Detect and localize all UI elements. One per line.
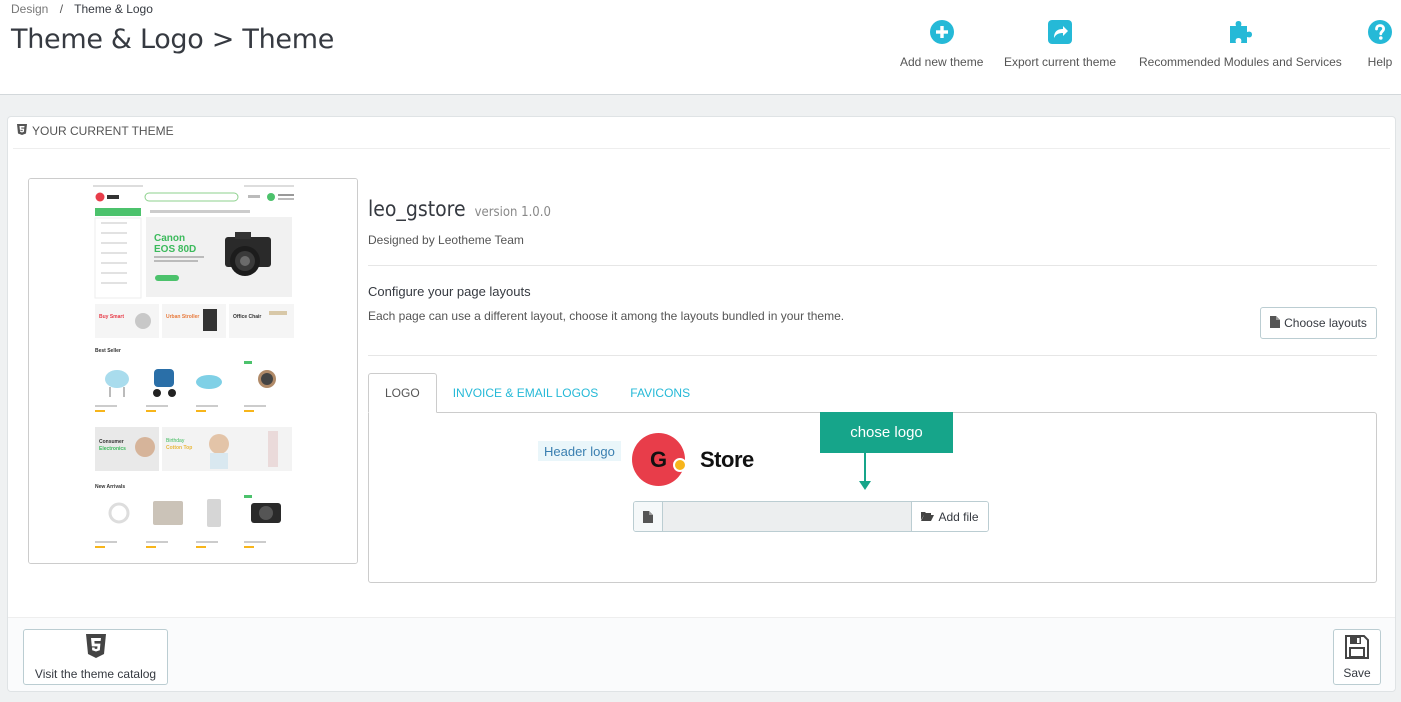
logo-dot <box>673 458 687 472</box>
preview-promo1-line1: Consumer <box>99 439 124 445</box>
tab-invoice-email-logos[interactable]: INVOICE & EMAIL LOGOS <box>437 373 615 413</box>
logo-letter: G <box>649 446 668 472</box>
chose-logo-callout: chose logo <box>820 412 953 453</box>
recommended-modules-label: Recommended Modules and Services <box>1139 55 1342 69</box>
visit-theme-catalog-button[interactable]: Visit the theme catalog <box>23 629 168 685</box>
page-header: Design / Theme & Logo Theme & Logo > The… <box>0 0 1401 95</box>
export-theme-label: Export current theme <box>1004 55 1117 69</box>
theme-name-text: leo_gstore <box>368 197 466 221</box>
theme-designer: Designed by Leotheme Team <box>368 233 524 247</box>
panel-heading-text: YOUR CURRENT THEME <box>32 124 174 138</box>
divider <box>368 265 1377 266</box>
divider <box>368 355 1377 356</box>
html5-icon <box>85 633 106 661</box>
logo-word: Store <box>700 446 754 472</box>
page-title: Theme & Logo > Theme <box>11 24 335 55</box>
preview-banner1: Buy Smart <box>99 314 124 320</box>
question-circle-icon <box>1366 18 1394 46</box>
preview-promo2-line2: Cotton Top <box>166 445 192 451</box>
panel-heading: YOUR CURRENT THEME <box>17 124 174 138</box>
store-logo: G Store <box>632 433 754 486</box>
theme-preview-image: Canon EOS 80D Buy Smart Urban Stroller O… <box>28 178 358 564</box>
panel-footer: Visit the theme catalog Save <box>8 617 1395 691</box>
save-button[interactable]: Save <box>1333 629 1381 685</box>
logo-file-field[interactable] <box>663 502 911 531</box>
breadcrumb: Design / Theme & Logo <box>11 2 153 16</box>
choose-layouts-label: Choose layouts <box>1284 316 1367 330</box>
floppy-disk-icon <box>1345 634 1369 662</box>
export-theme-button[interactable]: Export current theme <box>1004 18 1116 74</box>
help-button[interactable]: Help <box>1366 18 1394 74</box>
add-new-theme-button[interactable]: Add new theme <box>900 18 983 74</box>
arrow-down-icon <box>859 481 871 490</box>
puzzle-icon <box>1226 18 1254 46</box>
choose-layouts-button[interactable]: Choose layouts <box>1260 307 1377 339</box>
visit-theme-catalog-label: Visit the theme catalog <box>34 666 157 681</box>
add-new-theme-label: Add new theme <box>900 55 984 69</box>
callout-arrow <box>864 453 866 483</box>
preview-banner2: Urban Stroller <box>166 314 199 320</box>
tab-logo[interactable]: LOGO <box>368 373 437 413</box>
logo-tabs: LOGO INVOICE & EMAIL LOGOS FAVICONS <box>368 373 706 413</box>
header-logo-label: Header logo <box>538 441 621 461</box>
file-icon <box>634 502 663 531</box>
preview-section1: Best Seller <box>95 348 121 354</box>
breadcrumb-separator: / <box>59 2 64 16</box>
recommended-modules-button[interactable]: Recommended Modules and Services <box>1139 18 1342 74</box>
preview-section2: New Arrivals <box>95 484 125 490</box>
breadcrumb-design[interactable]: Design <box>11 2 48 16</box>
divider <box>13 148 1390 149</box>
preview-hero-line2: EOS 80D <box>154 244 196 255</box>
logo-mark: G <box>632 433 687 486</box>
preview-promo2-line1: Birthday <box>166 438 185 444</box>
tab-favicons[interactable]: FAVICONS <box>614 373 706 413</box>
theme-screenshot: Canon EOS 80D Buy Smart Urban Stroller O… <box>29 179 357 563</box>
breadcrumb-current: Theme & Logo <box>74 2 153 16</box>
theme-name: leo_gstore version 1.0.0 <box>368 197 551 221</box>
preview-promo1-line2: Electronics <box>99 446 126 452</box>
folder-open-icon <box>921 510 935 524</box>
plus-circle-icon <box>928 18 956 46</box>
file-icon <box>1270 315 1281 331</box>
share-icon <box>1046 18 1074 46</box>
layouts-description: Each page can use a different layout, ch… <box>368 309 845 323</box>
save-label: Save <box>1343 665 1371 680</box>
add-file-button[interactable]: Add file <box>911 502 988 531</box>
theme-version: version 1.0.0 <box>474 205 551 220</box>
add-file-label: Add file <box>938 509 979 524</box>
current-theme-panel: YOUR CURRENT THEME Canon EOS 80D Buy Sma… <box>7 116 1396 692</box>
preview-banner3: Office Chair <box>233 314 261 320</box>
logo-file-upload: Add file <box>633 501 989 532</box>
help-label: Help <box>1367 55 1393 69</box>
layouts-title: Configure your page layouts <box>368 284 531 299</box>
html5-icon <box>17 124 27 138</box>
preview-hero-line1: Canon <box>154 233 185 244</box>
